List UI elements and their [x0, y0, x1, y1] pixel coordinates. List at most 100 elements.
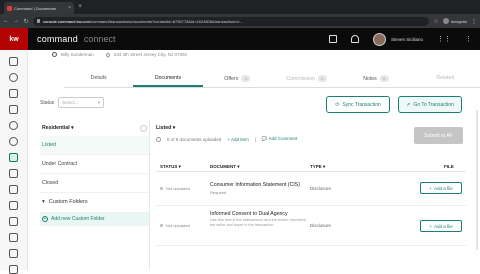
go-to-transaction-button[interactable]: ⇗ Go To Transaction — [398, 96, 462, 113]
browser-menu-icon[interactable]: ⋮ — [471, 18, 477, 25]
sync-icon: ⟳ — [335, 101, 340, 108]
plus-icon: + — [429, 185, 432, 191]
incognito-label: Incognito — [450, 18, 467, 24]
add-file-label: Add a file — [433, 185, 453, 191]
custom-folders-label: Custom Folders — [48, 198, 88, 205]
col-document[interactable]: DOCUMENT ▾ — [210, 164, 240, 170]
row-status-label: Not uploaded — [166, 223, 190, 228]
contact-address: 234 4th Street Jersey City, NJ 07302 — [113, 52, 187, 57]
tab-notes[interactable]: Notes 0 — [341, 68, 410, 87]
col-document-label: DOCUMENT — [210, 163, 236, 169]
tab-documents[interactable]: Documents — [133, 68, 203, 87]
custom-folders-toggle[interactable]: ▾ Custom Folders — [40, 193, 149, 210]
document-name[interactable]: Consumer Information Statement (CIS) — [210, 182, 300, 188]
folder-item-under-contract[interactable]: Under Contract — [40, 155, 149, 174]
document-type: Disclosure — [310, 186, 332, 191]
document-description: Use this form if the salesperson and the… — [210, 218, 306, 227]
folder-item-label: Listed — [42, 142, 56, 148]
contacts-icon[interactable] — [9, 73, 18, 82]
add-file-button[interactable]: + Add a file — [420, 220, 462, 232]
back-icon[interactable]: ← — [3, 18, 9, 24]
tab-offers[interactable]: Offers 0 — [203, 68, 272, 87]
documents-folder-label: Listed — [156, 125, 172, 131]
notifications-icon[interactable] — [350, 35, 359, 43]
designs-icon[interactable] — [9, 217, 18, 226]
tab-label: Offers — [224, 76, 239, 82]
caret-down-icon: ▾ — [42, 198, 45, 205]
add-file-label: Add a file — [433, 223, 453, 229]
close-tab-icon[interactable]: × — [68, 5, 71, 11]
contact-name[interactable]: Billy Sunderman — [61, 52, 94, 57]
forward-icon[interactable]: → — [13, 18, 19, 24]
transaction-tabs: Details Documents Offers 0 Commission 0 No… — [64, 68, 480, 88]
tab-label: Commission — [286, 76, 315, 82]
table-row: Not uploaded Consumer Information Statem… — [156, 172, 466, 206]
browser-tabstrip: Command | Documents × + — [0, 0, 480, 14]
main-content: Billy Sunderman 234 4th Street Jersey Ci… — [28, 50, 480, 270]
browser-tab[interactable]: Command | Documents × — [4, 2, 74, 14]
avatar[interactable] — [372, 32, 386, 46]
calendar-icon[interactable] — [9, 89, 18, 98]
tab-related[interactable]: Related — [411, 68, 480, 87]
tab-count-badge: 0 — [379, 75, 389, 82]
caret-down-icon: ▾ — [71, 125, 74, 131]
person-icon — [52, 52, 57, 57]
col-status[interactable]: STATUS ▾ — [160, 164, 181, 170]
status-select[interactable]: Select... ▾ — [58, 97, 105, 108]
dashboard-icon[interactable] — [9, 57, 18, 66]
col-type[interactable]: TYPE ▾ — [310, 164, 325, 170]
listings-icon[interactable] — [9, 185, 18, 194]
scrollbar[interactable] — [476, 110, 478, 250]
folder-item-closed[interactable]: Closed — [40, 174, 149, 193]
add-custom-folder-button[interactable]: + Add new Custom Folder — [40, 212, 149, 226]
tab-commission[interactable]: Commission 0 — [272, 68, 341, 87]
apps-icon[interactable] — [9, 249, 18, 258]
documents-table-header: STATUS ▾ DOCUMENT ▾ TYPE ▾ FILE — [156, 162, 466, 172]
brand-command[interactable]: command — [37, 34, 78, 44]
documents-summary: 0 of 8 documents uploaded + Add item | 💬… — [156, 136, 297, 142]
brand-connect[interactable]: connect — [84, 34, 116, 44]
transactions-icon[interactable] — [9, 153, 18, 162]
kw-logo[interactable]: kw — [0, 28, 28, 50]
cart-icon[interactable] — [328, 35, 337, 43]
analytics-icon[interactable] — [9, 201, 18, 210]
incognito-icon — [442, 18, 449, 24]
add-comment-link[interactable]: 💬 Add Comment — [262, 136, 297, 142]
plus-icon: + — [429, 223, 432, 229]
user-name[interactable]: Steven Siciliano — [391, 37, 423, 42]
folder-item-listed[interactable]: Listed — [40, 136, 149, 155]
opportunities-icon[interactable] — [9, 137, 18, 146]
new-tab-icon[interactable]: + — [78, 3, 82, 10]
tab-details[interactable]: Details — [64, 68, 133, 87]
address-bar[interactable]: console.command.kw.com/command/transacti… — [33, 16, 430, 26]
add-file-button[interactable]: + Add a file — [420, 182, 462, 194]
app-launcher-icon[interactable]: ⋮⋮ — [437, 35, 451, 43]
table-row: Not uploaded Informed Consent to Dual Ag… — [156, 206, 466, 246]
document-name[interactable]: Informed Consent to Dual Agency — [210, 211, 288, 217]
marketing-icon[interactable] — [9, 169, 18, 178]
settings-icon[interactable] — [9, 233, 18, 242]
folder-type-dropdown[interactable]: Residential ▾ — [40, 120, 149, 136]
sync-transaction-button[interactable]: ⟳ Sync Transaction — [326, 96, 390, 113]
submit-to-af-button[interactable]: Submit to AF — [414, 127, 463, 144]
plus-icon: + — [42, 216, 48, 222]
status-dot-icon — [160, 187, 163, 190]
reload-icon[interactable]: ↻ — [23, 18, 29, 25]
folder-type-label: Residential — [42, 125, 70, 131]
more-icon[interactable]: ⋮ — [465, 35, 472, 43]
document-sub: Required — [210, 190, 227, 195]
add-custom-folder-label: Add new Custom Folder — [51, 216, 105, 222]
folder-panel: Residential ▾ Listed Under Contract Clos… — [40, 120, 150, 270]
status-label: Status — [40, 99, 55, 106]
table-row — [156, 246, 466, 270]
bookmark-star-icon[interactable]: ☆ — [433, 18, 438, 25]
tab-count-badge: 0 — [241, 75, 251, 82]
incognito-indicator[interactable]: Incognito — [442, 18, 467, 24]
progress-circle-icon — [156, 136, 161, 142]
location-icon[interactable] — [9, 121, 18, 130]
add-item-link[interactable]: + Add item — [227, 137, 248, 142]
status-row: Status Select... ▾ — [40, 97, 105, 108]
col-file: FILE — [444, 164, 454, 169]
folder-settings-icon[interactable] — [140, 124, 147, 132]
reports-icon[interactable] — [9, 105, 18, 114]
